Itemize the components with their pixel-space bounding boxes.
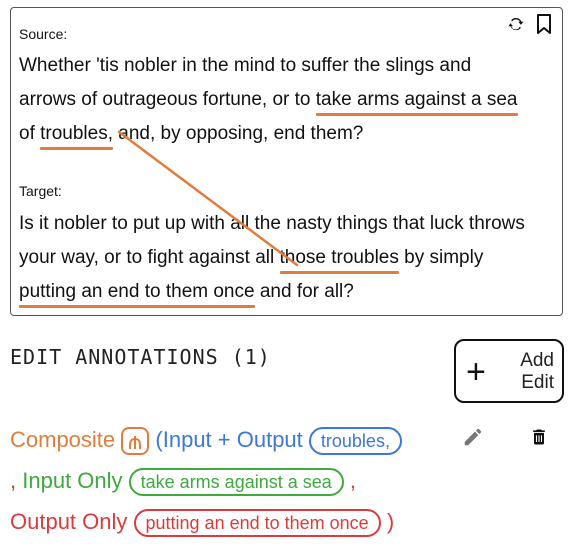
target-highlight-putting-an-end[interactable]: putting an end to them once	[19, 280, 255, 308]
annotation-row-1: Composite (Input + Output troubles,	[10, 425, 402, 456]
source-highlight-troubles[interactable]: troubles,	[40, 122, 113, 150]
card-actions	[506, 14, 554, 34]
input-output-chip[interactable]: troubles,	[308, 427, 402, 456]
add-edit-button[interactable]: + Add Edit	[454, 339, 564, 403]
source-line-3: of troubles, and, by opposing, end them?	[19, 122, 364, 150]
source-line-1: Whether 'tis nobler in the mind to suffe…	[19, 55, 472, 76]
target-line-1: Is it nobler to put up with all the nast…	[19, 213, 525, 234]
source-target-card: Source: Whether 'tis nobler in the mind …	[10, 7, 563, 316]
source-line-3-rest: and, by opposing, end them?	[113, 123, 364, 144]
comma-separator-2: ,	[349, 468, 357, 493]
composite-label: Composite	[10, 427, 116, 452]
output-only-label: Output Only	[10, 509, 128, 534]
source-line-2-text: arrows of outrageous fortune, or to	[19, 89, 316, 110]
add-edit-label: Add Edit	[520, 350, 554, 394]
input-only-chip[interactable]: take arms against a sea	[128, 468, 344, 497]
target-label: Target:	[19, 183, 62, 199]
trash-icon[interactable]	[529, 426, 549, 453]
target-line-3-rest: and for all?	[254, 281, 354, 302]
add-edit-label-line-2: Edit	[521, 372, 554, 393]
open-paren: (	[155, 427, 163, 452]
close-paren: )	[386, 509, 395, 534]
refresh-icon[interactable]	[506, 14, 526, 34]
source-line-3-text: of	[19, 123, 41, 144]
merge-icon	[128, 431, 142, 451]
add-edit-label-line-1: Add	[520, 350, 554, 371]
bookmark-icon[interactable]	[534, 14, 554, 34]
annotation-row-3: Output Only putting an end to them once …	[10, 507, 395, 538]
input-only-label: Input Only	[22, 468, 123, 493]
source-label: Source:	[19, 26, 68, 42]
annotation-row-2: , Input Only take arms against a sea ,	[10, 466, 357, 497]
source-line-2: arrows of outrageous fortune, or to take…	[19, 88, 518, 116]
pencil-icon[interactable]	[462, 426, 484, 453]
source-highlight-take-arms[interactable]: take arms against a sea	[315, 88, 518, 116]
target-line-2-text: your way, or to fight against all	[19, 247, 280, 268]
section-title: EDIT ANNOTATIONS (1)	[10, 345, 271, 369]
composite-icon-chip[interactable]	[121, 427, 150, 456]
comma-separator-1: ,	[10, 468, 17, 493]
plus-icon: +	[466, 353, 486, 391]
input-output-label: Input + Output	[162, 427, 303, 452]
output-only-chip[interactable]: putting an end to them once	[133, 509, 381, 538]
target-highlight-those-troubles[interactable]: those troubles	[279, 246, 400, 274]
target-line-2-rest: by simply	[398, 247, 484, 268]
target-line-3: putting an end to them once and for all?	[19, 280, 354, 308]
target-line-2: your way, or to fight against all those …	[19, 246, 484, 274]
